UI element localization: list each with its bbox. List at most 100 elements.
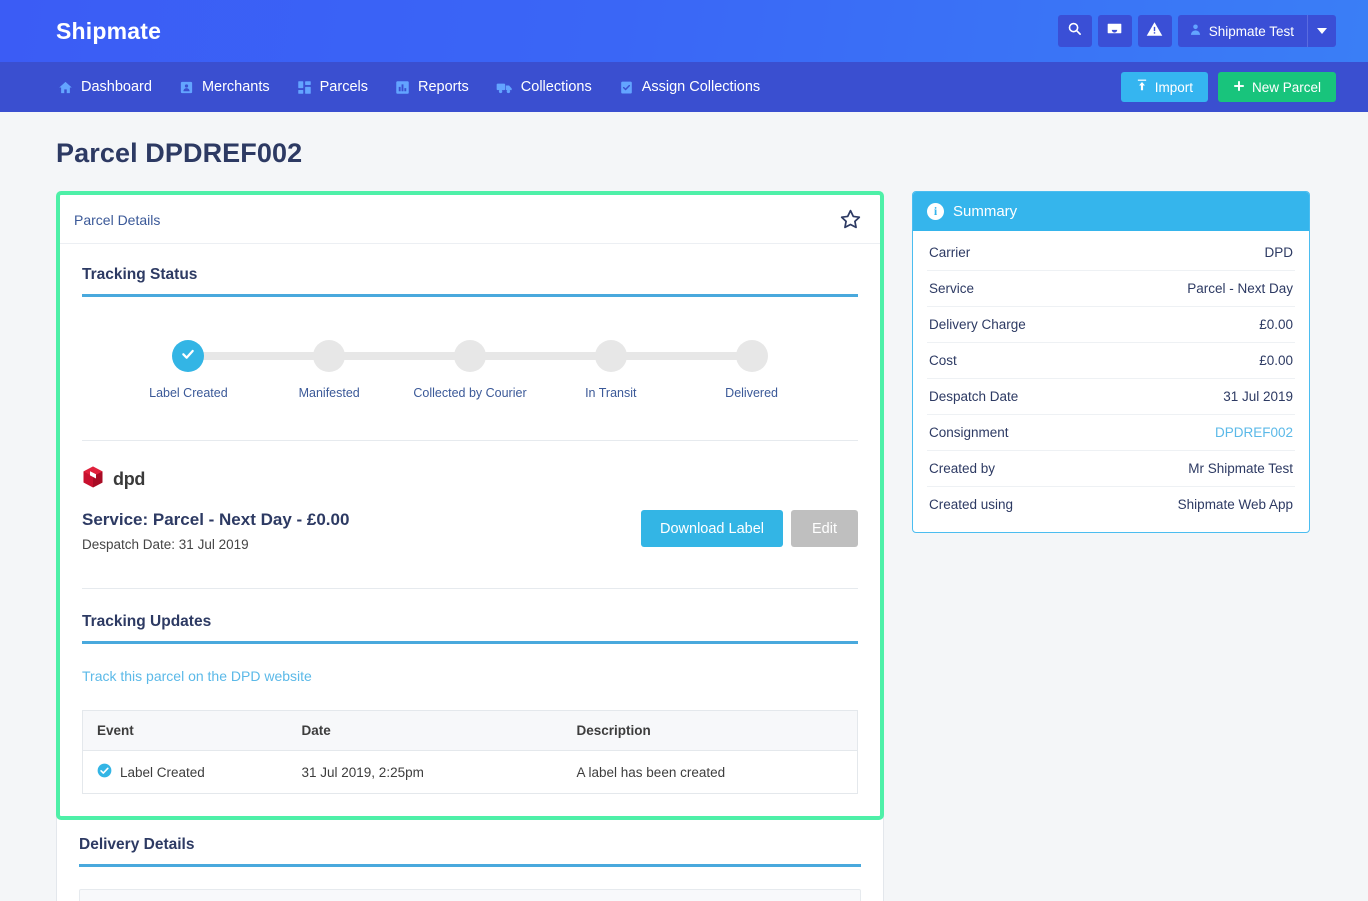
- event-cell-inner: Label Created: [97, 763, 274, 781]
- check-icon: [180, 346, 196, 367]
- tracking-status-title: Tracking Status: [82, 266, 198, 283]
- upload-icon: [1136, 79, 1148, 95]
- tracking-step[interactable]: Manifested: [259, 339, 470, 400]
- summary-header: i Summary: [913, 192, 1309, 231]
- user-menu-toggle[interactable]: [1308, 15, 1336, 47]
- tracking-updates-title: Tracking Updates: [82, 613, 212, 630]
- tracking-step-dotrow: [400, 339, 611, 373]
- summary-value: 31 Jul 2019: [1223, 389, 1293, 404]
- top-header: Shipmate Shipmate Test: [0, 0, 1368, 62]
- delivery-details-rule: [79, 864, 861, 867]
- carrier-logo: dpd: [82, 465, 858, 494]
- tracking-step-dot: [453, 340, 486, 372]
- nav-label: Collections: [520, 79, 592, 95]
- summary-value: £0.00: [1259, 353, 1293, 368]
- despatch-line: Despatch Date: 31 Jul 2019: [82, 537, 249, 552]
- this-parcel-panel: This Parcel Merchant Customer1: [79, 889, 861, 901]
- tracking-step-dot: [313, 340, 346, 372]
- summary-row-created-by: Created by Mr Shipmate Test: [927, 451, 1295, 487]
- summary-value: Parcel - Next Day: [1187, 281, 1293, 296]
- summary-key: Carrier: [929, 245, 971, 260]
- tracking-step-label: Collected by Courier: [413, 386, 527, 400]
- tracking-step[interactable]: Delivered: [681, 339, 822, 400]
- column-header-description: Description: [562, 710, 858, 751]
- inbox-button[interactable]: [1097, 15, 1132, 47]
- nav-item-reports[interactable]: Reports: [393, 75, 471, 99]
- tracking-step[interactable]: In Transit: [540, 339, 752, 400]
- nav-item-parcels[interactable]: Parcels: [295, 75, 370, 99]
- service-summary: Service: Parcel - Next Day - £0.00 Despa…: [82, 510, 858, 552]
- tracking-step-dotrow: [681, 339, 822, 373]
- summary-row-despatch-date: Despatch Date 31 Jul 2019: [927, 379, 1295, 415]
- summary-value: Shipmate Web App: [1177, 497, 1293, 512]
- star-icon: [839, 209, 862, 235]
- table-header: Event Date Description: [82, 710, 858, 751]
- tracking-step-dot-done: [172, 340, 205, 372]
- summary-row-service: Service Parcel - Next Day: [927, 271, 1295, 307]
- tracking-updates-rule: [82, 641, 858, 644]
- summary-card: i Summary Carrier DPD Service Parcel - N…: [912, 191, 1310, 533]
- consignment-link[interactable]: DPDREF002: [1215, 425, 1293, 440]
- tracking-status-rule: [82, 294, 858, 297]
- search-button[interactable]: [1057, 15, 1092, 47]
- track-on-carrier-link[interactable]: Track this parcel on the DPD website: [82, 668, 312, 684]
- parcel-details-title: Parcel Details: [74, 211, 161, 228]
- column-header-event: Event: [82, 710, 288, 751]
- clipboard-check-icon: [619, 80, 634, 95]
- nav-item-collections[interactable]: Collections: [494, 75, 594, 99]
- nav-item-assign-collections[interactable]: Assign Collections: [617, 75, 762, 99]
- summary-row-created-using: Created using Shipmate Web App: [927, 487, 1295, 522]
- table-row[interactable]: Label Created 31 Jul 2019, 2:25pm A labe…: [83, 751, 858, 794]
- search-icon: [1067, 21, 1082, 41]
- info-icon: i: [927, 203, 944, 220]
- tracking-step-label: Label Created: [149, 386, 228, 400]
- alert-triangle-icon: [1146, 21, 1163, 42]
- user-chip[interactable]: Shipmate Test: [1178, 15, 1307, 47]
- summary-row-carrier: Carrier DPD: [927, 235, 1295, 271]
- summary-value: Mr Shipmate Test: [1188, 461, 1293, 476]
- user-icon: [1189, 23, 1202, 39]
- nav-item-merchants[interactable]: Merchants: [177, 75, 272, 99]
- nav-label: Parcels: [319, 79, 368, 95]
- inbox-icon: [1106, 21, 1123, 41]
- column-header-date: Date: [287, 710, 563, 751]
- main-column: Parcel Details Tracking Status Label Cre…: [56, 191, 884, 901]
- new-parcel-button[interactable]: New Parcel: [1217, 72, 1336, 102]
- tracking-step-label: In Transit: [585, 386, 637, 400]
- favourite-star-button[interactable]: [839, 208, 862, 231]
- summary-row-consignment: Consignment DPDREF002: [927, 415, 1295, 451]
- tracking-step-label: Delivered: [725, 386, 778, 400]
- summary-key: Delivery Charge: [929, 317, 1026, 332]
- user-card-icon: [179, 80, 194, 95]
- user-menu[interactable]: Shipmate Test: [1177, 15, 1336, 47]
- edit-button[interactable]: Edit: [791, 510, 858, 547]
- cell-event: Label Created: [83, 751, 288, 794]
- new-parcel-label: New Parcel: [1251, 79, 1321, 95]
- alerts-button[interactable]: [1137, 15, 1172, 47]
- main-navigation: Dashboard Merchants Parcels Reports Coll…: [0, 62, 1368, 112]
- download-label-button[interactable]: Download Label: [641, 510, 783, 547]
- summary-title: Summary: [953, 203, 1018, 220]
- tracking-step-dotrow: [118, 339, 330, 373]
- plus-icon: [1233, 80, 1245, 95]
- summary-value: £0.00: [1259, 317, 1293, 332]
- summary-value: DPD: [1264, 245, 1293, 260]
- import-label: Import: [1154, 79, 1193, 95]
- import-button[interactable]: Import: [1120, 72, 1208, 102]
- tracking-step[interactable]: Label Created: [118, 339, 330, 400]
- summary-row-cost: Cost £0.00: [927, 343, 1295, 379]
- nav-actions: Import New Parcel: [1120, 72, 1336, 102]
- nav-item-dashboard[interactable]: Dashboard: [56, 75, 154, 99]
- grid-icon: [297, 80, 312, 95]
- nav-label: Reports: [418, 79, 469, 95]
- delivery-details-card: Delivery Details This Parcel Merchant Cu…: [56, 814, 884, 901]
- tracking-updates-table: Event Date Description Label Created 31 …: [82, 710, 858, 794]
- header-actions: Shipmate Test: [1057, 15, 1336, 47]
- parcel-details-card: Parcel Details Tracking Status Label Cre…: [56, 191, 884, 820]
- parcel-details-header: Parcel Details: [60, 195, 880, 244]
- tracking-step[interactable]: Collected by Courier: [400, 339, 611, 400]
- summary-key: Service: [929, 281, 975, 296]
- app-brand: Shipmate: [56, 17, 162, 44]
- summary-body: Carrier DPD Service Parcel - Next Day De…: [913, 231, 1309, 532]
- tracking-step-label: Manifested: [298, 386, 360, 400]
